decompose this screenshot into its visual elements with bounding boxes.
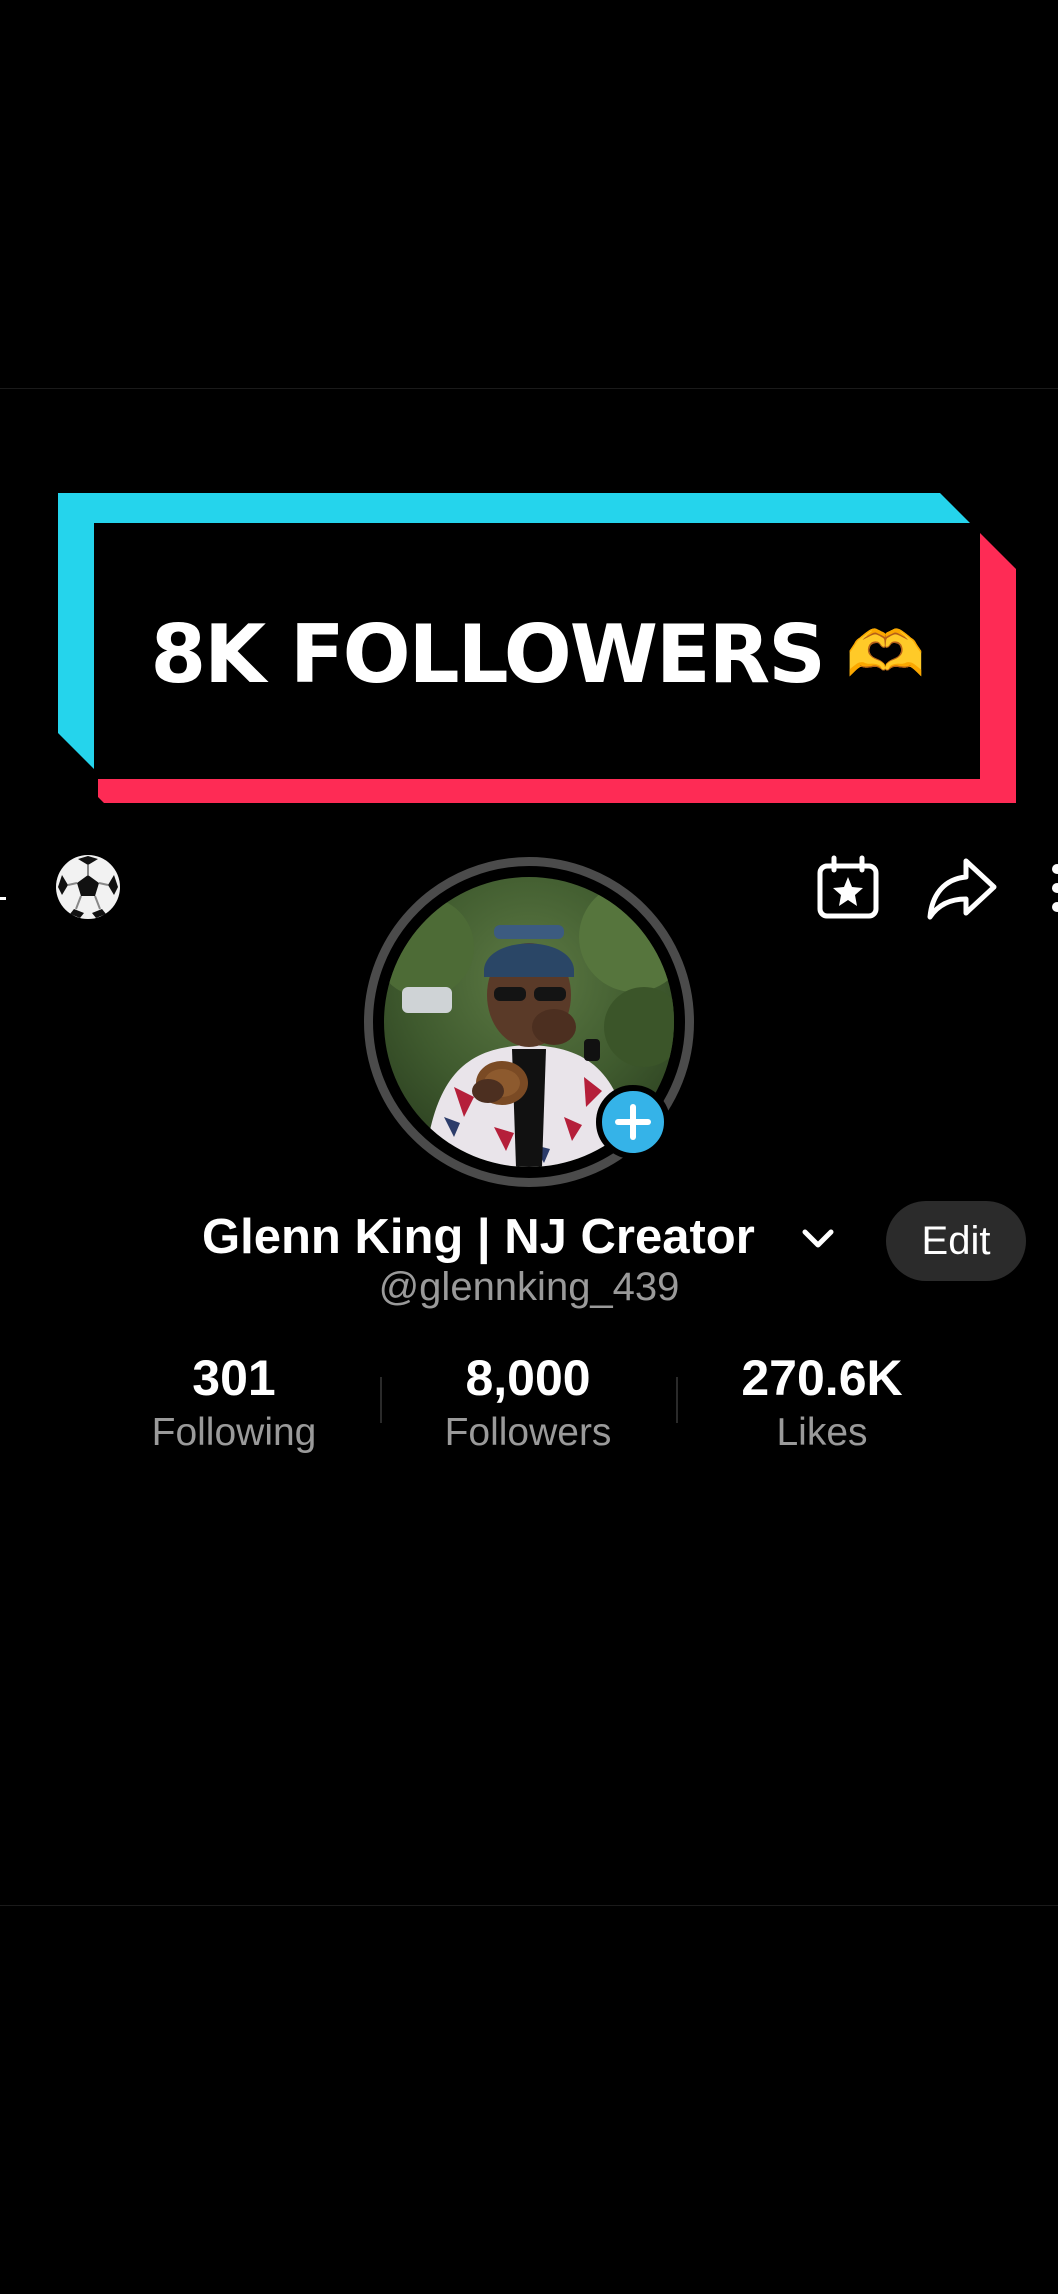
calendar-star-icon[interactable] bbox=[814, 854, 882, 922]
chevron-down-icon[interactable] bbox=[800, 1227, 836, 1251]
add-follow-button[interactable] bbox=[596, 1085, 670, 1159]
stat-divider bbox=[380, 1377, 382, 1423]
milestone-banner: 8K FOLLOWERS 🫶 bbox=[58, 493, 1016, 803]
username: @glennking_439 bbox=[378, 1265, 680, 1309]
profile-screen: 8K FOLLOWERS 🫶 Glenn King | NJ Creator E… bbox=[0, 388, 1058, 1906]
stat-value: 301 bbox=[192, 1350, 276, 1406]
more-vertical-icon[interactable] bbox=[1051, 863, 1058, 913]
stat-divider bbox=[676, 1377, 678, 1423]
soccer-ball-icon[interactable] bbox=[54, 853, 122, 921]
stat-label: Followers bbox=[444, 1411, 612, 1454]
stat-following[interactable]: 301 Following bbox=[94, 1347, 374, 1457]
name-row: Glenn King | NJ Creator Edit bbox=[0, 1201, 1058, 1281]
profile-stats: 301 Following 8,000 Followers 270.6K Lik… bbox=[0, 1347, 1058, 1457]
stat-value: 270.6K bbox=[741, 1350, 903, 1406]
stat-value: 8,000 bbox=[465, 1350, 591, 1406]
stat-label: Likes bbox=[776, 1411, 868, 1454]
plus-icon bbox=[615, 1104, 651, 1140]
stat-label: Following bbox=[151, 1411, 317, 1454]
banner-title: 8K FOLLOWERS bbox=[150, 607, 825, 701]
heart-hands-emoji: 🫶 bbox=[845, 617, 926, 692]
stat-likes[interactable]: 270.6K Likes bbox=[682, 1347, 962, 1457]
display-name[interactable]: Glenn King | NJ Creator bbox=[202, 1209, 755, 1265]
edge-dash bbox=[0, 897, 6, 900]
share-arrow-icon[interactable] bbox=[926, 855, 998, 921]
stat-followers[interactable]: 8,000 Followers bbox=[388, 1347, 668, 1457]
